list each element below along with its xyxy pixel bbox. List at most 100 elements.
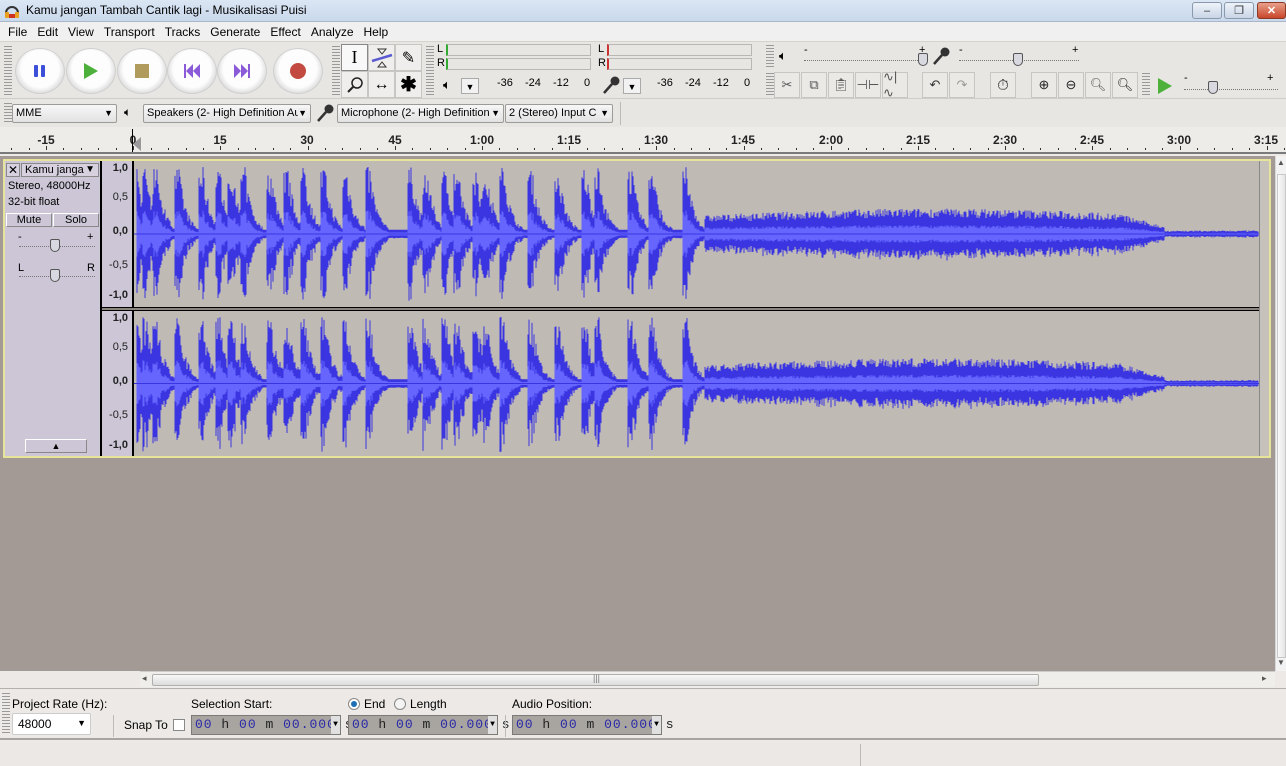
selection-start-time[interactable]: 00 h 00 m 00.000 s ▼: [191, 715, 353, 735]
envelope-tool-button[interactable]: [368, 44, 395, 71]
scroll-left-arrow-icon[interactable]: ◂: [142, 673, 147, 684]
copy-button[interactable]: ⧉: [801, 72, 827, 98]
play-position-marker-icon[interactable]: [133, 137, 141, 151]
playback-meter-left[interactable]: [446, 44, 591, 56]
menu-tracks[interactable]: Tracks: [160, 25, 206, 39]
pan-right-label: R: [87, 262, 95, 274]
scale-label: -1,0: [109, 439, 128, 451]
fit-project-button[interactable]: 🔍︎: [1112, 72, 1138, 98]
track-workspace[interactable]: ✕ Kamu janga ▼ Stereo, 48000Hz 32-bit flo…: [0, 156, 1275, 671]
vertical-scrollbar[interactable]: ▲ ▼: [1275, 156, 1286, 671]
menu-effect[interactable]: Effect: [265, 25, 305, 39]
menu-generate[interactable]: Generate: [205, 25, 265, 39]
output-volume-slider-thumb[interactable]: [918, 53, 928, 66]
play-at-speed-slider[interactable]: [1184, 89, 1278, 90]
selection-tool-button[interactable]: I: [341, 44, 368, 71]
play-button[interactable]: [66, 48, 116, 94]
transport-toolbar-grip[interactable]: [4, 46, 12, 96]
audio-host-select[interactable]: MME ▼: [12, 104, 117, 123]
timeline-ruler[interactable]: -15 0 15 30 45 1:00 1:15 1:30 1:45 2:00 …: [0, 127, 1286, 154]
playback-device-select[interactable]: Speakers (2- High Definition Au ▼: [143, 104, 311, 123]
record-meter-menu-button[interactable]: ▼: [623, 78, 641, 94]
selection-end-time[interactable]: 00 h 00 m 00.000 s ▼: [348, 715, 510, 735]
format-menu-arrow-icon[interactable]: ▼: [331, 716, 340, 734]
snap-to-checkbox[interactable]: [173, 719, 185, 731]
solo-button[interactable]: Solo: [53, 213, 99, 227]
project-rate-select[interactable]: 48000 ▼: [12, 713, 91, 735]
vertical-scale-right-channel[interactable]: 1,0 0,5 0,0 -0,5 -1,0: [102, 311, 133, 456]
collapse-track-button[interactable]: ▲: [25, 439, 87, 453]
playback-meter-menu-button[interactable]: ▼: [461, 78, 479, 94]
menu-transport[interactable]: Transport: [99, 25, 160, 39]
audio-track[interactable]: ✕ Kamu janga ▼ Stereo, 48000Hz 32-bit flo…: [3, 159, 1271, 458]
waveform-right-channel[interactable]: [134, 311, 1267, 456]
play-at-speed-toolbar-grip[interactable]: [1142, 73, 1150, 97]
horizontal-scroll-thumb[interactable]: |||: [152, 673, 1039, 686]
paste-button[interactable]: 📋︎: [828, 72, 854, 98]
waveform-left-channel[interactable]: [134, 161, 1267, 307]
scroll-down-arrow-icon[interactable]: ▼: [1277, 658, 1285, 667]
menu-edit[interactable]: Edit: [32, 25, 63, 39]
audio-position-time[interactable]: 00 h 00 m 00.000 s ▼: [512, 715, 674, 735]
close-button[interactable]: ✕: [1257, 2, 1286, 19]
zoom-tool-button[interactable]: [341, 71, 368, 98]
menu-view[interactable]: View: [63, 25, 99, 39]
scroll-right-arrow-icon[interactable]: ▸: [1262, 673, 1267, 684]
trim-button[interactable]: ⊣⊢: [855, 72, 881, 98]
menu-help[interactable]: Help: [359, 25, 394, 39]
draw-tool-button[interactable]: ✎: [395, 44, 422, 71]
play-at-speed-slider-thumb[interactable]: [1208, 81, 1218, 94]
record-meter-left[interactable]: [607, 44, 752, 56]
time-shift-tool-button[interactable]: ↔: [368, 71, 395, 98]
play-at-speed-button[interactable]: [1153, 75, 1177, 97]
zoom-in-button[interactable]: ⊕: [1031, 72, 1057, 98]
track-gain-slider-thumb[interactable]: [50, 239, 60, 252]
maximize-button[interactable]: ❐: [1224, 2, 1254, 19]
track-name-menu-button[interactable]: Kamu janga ▼: [21, 163, 99, 177]
track-pan-slider-thumb[interactable]: [50, 269, 60, 282]
cut-button[interactable]: ✂: [774, 72, 800, 98]
recording-device-select[interactable]: Microphone (2- High Definition ▼: [337, 104, 504, 123]
zoom-out-button[interactable]: ⊖: [1058, 72, 1084, 98]
menu-file[interactable]: File: [3, 25, 32, 39]
end-radio[interactable]: [348, 698, 360, 710]
envelope-icon: [371, 48, 392, 67]
minimize-button[interactable]: –: [1192, 2, 1222, 19]
record-meter-right[interactable]: [607, 58, 752, 70]
vertical-scroll-thumb[interactable]: [1277, 174, 1286, 658]
length-radio[interactable]: [394, 698, 406, 710]
record-button[interactable]: [273, 48, 323, 94]
meter-toolbar-grip[interactable]: [426, 46, 434, 96]
recording-channels-select[interactable]: 2 (Stereo) Input C ▼: [505, 104, 613, 123]
skip-to-end-button[interactable]: [217, 48, 267, 94]
format-menu-arrow-icon[interactable]: ▼: [652, 716, 661, 734]
stop-button[interactable]: [117, 48, 167, 94]
pause-button[interactable]: [15, 48, 65, 94]
menu-analyze[interactable]: Analyze: [306, 25, 359, 39]
vertical-scale-left-channel[interactable]: 1,0 0,5 0,0 -0,5 -1,0: [102, 161, 133, 307]
track-close-button[interactable]: ✕: [6, 163, 20, 177]
ruler-tick: [1145, 148, 1146, 150]
silence-button[interactable]: ∿|∿: [882, 69, 908, 100]
input-volume-slider-thumb[interactable]: [1013, 53, 1023, 66]
device-toolbar-grip[interactable]: [4, 103, 12, 123]
redo-button[interactable]: ↷: [949, 72, 975, 98]
scale-label: 0,5: [112, 191, 128, 203]
edit-toolbar-grip[interactable]: [766, 73, 774, 97]
scroll-up-arrow-icon[interactable]: ▲: [1277, 158, 1285, 167]
sync-lock-button[interactable]: ⏱︎: [990, 72, 1016, 98]
tools-toolbar-grip[interactable]: [332, 46, 340, 96]
output-volume-slider[interactable]: [804, 60, 926, 61]
mixer-toolbar-grip[interactable]: [766, 45, 774, 67]
multi-tool-button[interactable]: ✱: [395, 71, 422, 98]
horizontal-scrollbar[interactable]: ◂ ||| ▸: [140, 671, 1275, 687]
playback-meter-right[interactable]: [446, 58, 591, 70]
selection-toolbar-grip[interactable]: [2, 693, 10, 735]
input-volume-microphone-icon: [933, 47, 950, 65]
undo-button[interactable]: ↶: [922, 72, 948, 98]
mute-button[interactable]: Mute: [6, 213, 52, 227]
ruler-tick: [691, 148, 692, 150]
format-menu-arrow-icon[interactable]: ▼: [488, 716, 497, 734]
skip-to-start-button[interactable]: [167, 48, 217, 94]
fit-selection-button[interactable]: 🔍︎: [1085, 72, 1111, 98]
